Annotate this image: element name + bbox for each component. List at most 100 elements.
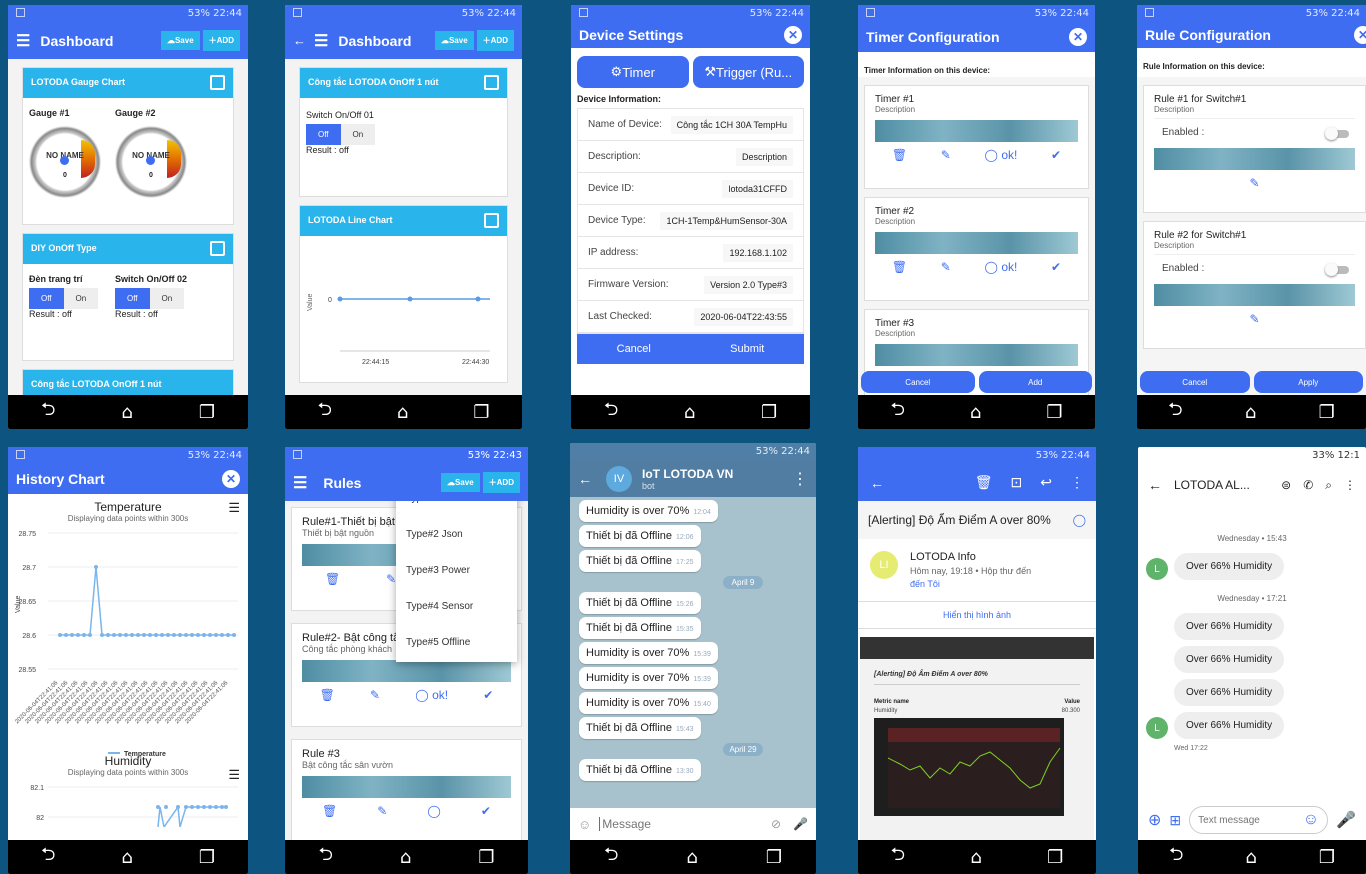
menu-icon[interactable]: ☰ xyxy=(314,31,328,51)
home-icon[interactable]: ⌂ xyxy=(686,847,697,868)
home-icon[interactable]: ⌂ xyxy=(1245,847,1256,868)
home-icon[interactable]: ⌂ xyxy=(400,847,411,868)
apply-button[interactable]: Apply xyxy=(1253,371,1363,393)
more-icon[interactable]: ⋮ xyxy=(1070,474,1084,491)
trash-icon[interactable]: 🗑 xyxy=(322,804,337,818)
reply-icon[interactable]: ↩ xyxy=(1040,474,1052,491)
close-icon[interactable]: ✕ xyxy=(1354,26,1366,44)
back-icon[interactable]: ⮌ xyxy=(604,842,618,872)
on-toggle[interactable]: On xyxy=(63,288,99,309)
recipient-link[interactable]: đến Tôi xyxy=(910,579,1031,589)
back-icon[interactable]: ⮌ xyxy=(891,842,905,872)
show-images-link[interactable]: Hiển thị hình ảnh xyxy=(858,601,1096,629)
pencil-icon[interactable]: ✎ xyxy=(1249,176,1259,190)
back-icon[interactable]: ⮌ xyxy=(891,397,905,427)
submit-button[interactable]: Submit xyxy=(691,343,805,355)
save-button[interactable]: ☁Save xyxy=(160,31,200,50)
pencil-icon[interactable]: ✎ xyxy=(941,260,951,274)
home-icon[interactable]: ⌂ xyxy=(684,402,695,423)
menu-icon[interactable]: ☰ xyxy=(16,31,30,51)
add-button[interactable]: ＋ADD xyxy=(202,30,240,51)
pencil-icon[interactable]: ✎ xyxy=(377,804,387,818)
home-icon[interactable]: ⌂ xyxy=(970,847,981,868)
emoji-icon[interactable]: ☺ xyxy=(578,817,591,832)
menu-item[interactable]: Type#5 Offline xyxy=(396,624,517,660)
more-icon[interactable]: ⋮ xyxy=(1344,478,1356,492)
back-arrow-icon[interactable]: ← xyxy=(870,475,884,491)
cancel-button[interactable]: Cancel xyxy=(577,343,691,355)
close-icon[interactable]: ✕ xyxy=(222,470,240,488)
off-toggle[interactable]: Off xyxy=(306,124,341,145)
star-icon[interactable]: ◯ xyxy=(1073,513,1086,527)
tab-timer[interactable]: ⚙ Timer xyxy=(577,56,689,88)
trash-icon[interactable]: 🗑 xyxy=(320,688,335,702)
back-icon[interactable]: ⮌ xyxy=(41,397,55,427)
back-icon[interactable]: ⮌ xyxy=(41,842,55,872)
back-arrow-icon[interactable]: ← xyxy=(293,33,306,48)
recents-icon[interactable]: ❐ xyxy=(199,847,215,868)
check-icon[interactable]: ✔ xyxy=(1051,260,1061,274)
off-toggle[interactable]: Off xyxy=(115,288,150,309)
cancel-button[interactable]: Cancel xyxy=(861,371,975,393)
enabled-toggle[interactable] xyxy=(1325,127,1349,140)
cancel-button[interactable]: Cancel xyxy=(1140,371,1250,393)
recents-icon[interactable]: ❐ xyxy=(766,847,782,868)
close-icon[interactable]: ✕ xyxy=(1069,28,1087,46)
ok-button[interactable]: ◯ ok! xyxy=(985,148,1018,162)
on-toggle[interactable]: On xyxy=(340,124,376,145)
recents-icon[interactable]: ❐ xyxy=(761,402,777,423)
more-icon[interactable]: ⋮ xyxy=(792,469,808,489)
recents-icon[interactable]: ❐ xyxy=(1047,847,1063,868)
check-icon[interactable]: ✔ xyxy=(483,688,493,702)
back-icon[interactable]: ⮌ xyxy=(319,842,333,872)
back-arrow-icon[interactable]: ← xyxy=(1148,477,1162,493)
home-icon[interactable]: ⌂ xyxy=(1245,402,1256,423)
pencil-icon[interactable]: ✎ xyxy=(941,148,951,162)
menu-icon[interactable]: ☰ xyxy=(293,473,307,493)
home-icon[interactable]: ⌂ xyxy=(970,402,981,423)
off-toggle[interactable]: Off xyxy=(29,288,64,309)
add-button[interactable]: ＋ADD xyxy=(476,30,514,51)
call-icon[interactable]: ✆ xyxy=(1303,478,1313,492)
back-icon[interactable]: ⮌ xyxy=(1168,397,1182,427)
message-input[interactable] xyxy=(599,817,771,831)
pencil-icon[interactable]: ✎ xyxy=(370,688,380,702)
back-icon[interactable]: ⮌ xyxy=(318,397,332,427)
mic-icon[interactable]: 🎤 xyxy=(793,817,808,831)
add-icon[interactable]: ⊕ xyxy=(1148,810,1161,830)
gallery-icon[interactable]: ⊞ xyxy=(1169,812,1181,829)
recents-icon[interactable]: ❐ xyxy=(199,402,215,423)
chart-menu-icon[interactable]: ☰ xyxy=(228,767,240,783)
back-icon[interactable]: ⮌ xyxy=(1169,842,1183,872)
home-icon[interactable]: ⌂ xyxy=(397,402,408,423)
video-icon[interactable]: ⊜ xyxy=(1281,478,1291,492)
trash-icon[interactable]: 🗑 xyxy=(892,260,907,274)
recents-icon[interactable]: ❐ xyxy=(1046,402,1062,423)
edit-icon[interactable] xyxy=(210,75,225,90)
search-icon[interactable]: ⌕ xyxy=(1325,478,1332,493)
home-icon[interactable]: ⌂ xyxy=(121,847,132,868)
check-icon[interactable]: ✔ xyxy=(1051,148,1061,162)
ok-button[interactable]: ◯ xyxy=(427,804,440,818)
ok-button[interactable]: ◯ ok! xyxy=(415,688,448,702)
back-icon[interactable]: ⮌ xyxy=(604,397,618,427)
check-icon[interactable]: ✔ xyxy=(481,804,491,818)
chart-menu-icon[interactable]: ☰ xyxy=(228,500,240,516)
add-button[interactable]: Add xyxy=(978,371,1092,393)
enabled-toggle[interactable] xyxy=(1325,263,1349,276)
pencil-icon[interactable]: ✎ xyxy=(1249,312,1259,326)
menu-item[interactable]: Type#4 Sensor xyxy=(396,588,517,624)
back-arrow-icon[interactable]: ← xyxy=(578,471,592,487)
close-icon[interactable]: ✕ xyxy=(784,26,802,44)
tab-trigger[interactable]: ⚒ Trigger (Ru... xyxy=(692,56,804,88)
save-button[interactable]: ☁Save xyxy=(440,473,480,492)
ok-button[interactable]: ◯ ok! xyxy=(985,260,1018,274)
on-toggle[interactable]: On xyxy=(149,288,185,309)
home-icon[interactable]: ⌂ xyxy=(121,402,132,423)
recents-icon[interactable]: ❐ xyxy=(1319,847,1335,868)
text-message-input[interactable] xyxy=(1198,814,1303,826)
emoji-icon[interactable]: ☺ xyxy=(1303,811,1319,829)
trash-icon[interactable]: 🗑 xyxy=(892,148,907,162)
delete-icon[interactable]: 🗑 xyxy=(975,474,993,491)
edit-icon[interactable] xyxy=(210,241,225,256)
